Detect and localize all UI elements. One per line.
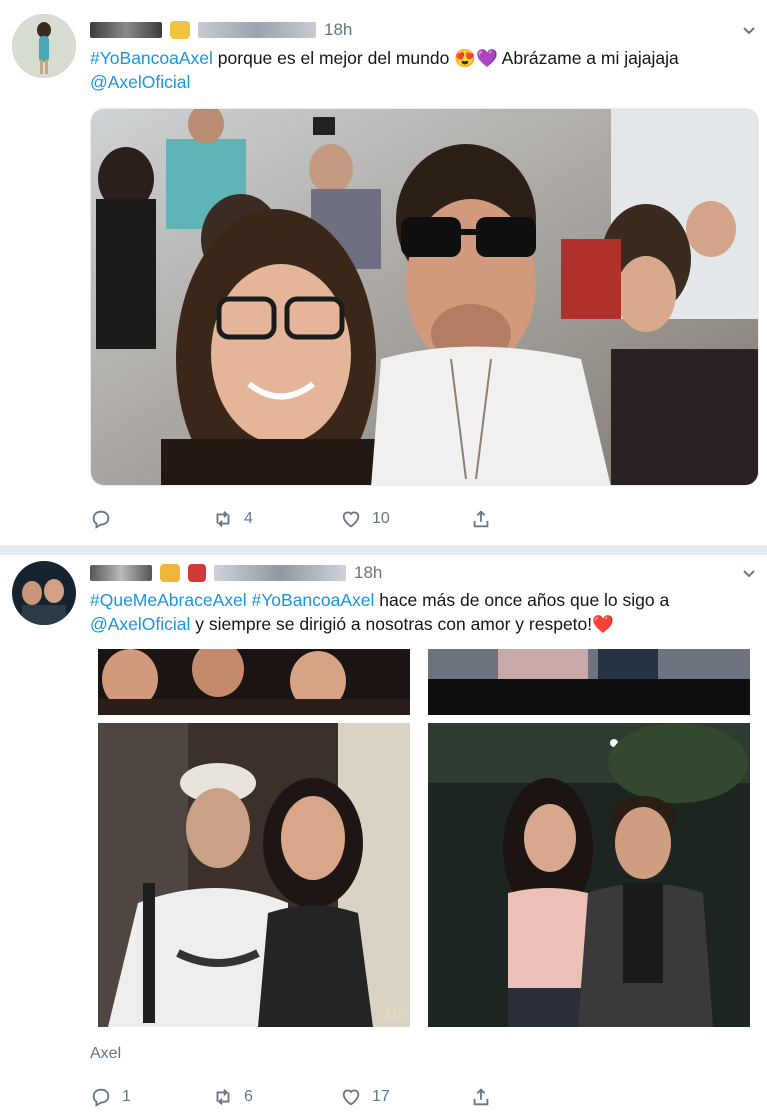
share-button[interactable]: [470, 1086, 492, 1108]
heart-icon: [342, 511, 360, 528]
grid-photo-4[interactable]: [428, 723, 750, 1027]
tweet-actions: 1 6 17: [90, 1084, 492, 1110]
mention-link[interactable]: @AxelOficial: [90, 72, 190, 92]
tweet-photo[interactable]: [90, 108, 759, 486]
hashtag-link[interactable]: #YoBancoaAxel: [252, 590, 375, 610]
tweet-actions: 4 10: [90, 506, 492, 532]
emoji-blurred: [160, 564, 180, 582]
retweet-icon: [216, 1089, 230, 1105]
like-count: 10: [372, 510, 390, 527]
retweet-button[interactable]: 4: [212, 508, 340, 530]
mention-link[interactable]: @AxelOficial: [90, 614, 190, 634]
retweet-button[interactable]: 6: [212, 1086, 340, 1108]
emoji-blurred: [188, 564, 206, 582]
hashtag-link[interactable]: #QueMeAbraceAxel: [90, 590, 247, 610]
reply-button[interactable]: 1: [90, 1086, 212, 1108]
chevron-down-icon[interactable]: [741, 565, 757, 581]
tweet-body: porque es el mejor del mundo 😍💜 Abrázame…: [212, 48, 679, 68]
tweet-body: y siempre se dirigió a nosotras con amor…: [190, 614, 614, 634]
reply-icon: [92, 1088, 110, 1107]
tweet-time[interactable]: 18h: [354, 563, 382, 583]
retweet-count: 6: [244, 1088, 253, 1105]
tweet-photo-grid: 10: [90, 649, 759, 1027]
grid-photo-2[interactable]: [428, 649, 750, 715]
reply-icon: [92, 510, 110, 529]
hashtag-link[interactable]: #YoBancoaAxel: [90, 48, 213, 68]
tweet-divider: [0, 545, 767, 555]
avatar[interactable]: [12, 14, 76, 78]
grid-photo-1[interactable]: [98, 649, 410, 715]
share-button[interactable]: [470, 508, 492, 530]
like-button[interactable]: 10: [340, 508, 470, 530]
share-icon: [473, 510, 489, 528]
display-name-blurred[interactable]: [90, 565, 152, 581]
photo-number-label: 10: [384, 1006, 402, 1023]
share-icon: [473, 1088, 489, 1106]
handle-blurred[interactable]: [214, 565, 346, 581]
tweet-text: #QueMeAbraceAxel #YoBancoaAxel hace más …: [90, 588, 753, 636]
retweet-icon: [216, 511, 230, 527]
tweet-text: #YoBancoaAxel porque es el mejor del mun…: [90, 46, 753, 94]
reply-button[interactable]: [90, 508, 212, 530]
handle-blurred[interactable]: [198, 22, 316, 38]
tweet-header: 18h: [90, 16, 352, 44]
verified-heart-emoji: [170, 21, 190, 39]
heart-icon: [342, 1089, 360, 1106]
tweet-1[interactable]: 18h #YoBancoaAxel porque es el mejor del…: [0, 0, 767, 545]
display-name-blurred[interactable]: [90, 22, 162, 38]
tweet-body: hace más de once años que lo sigo a: [374, 590, 670, 610]
tweet-header: 18h: [90, 559, 382, 587]
grid-photo-3[interactable]: 10: [98, 723, 410, 1027]
like-button[interactable]: 17: [340, 1086, 470, 1108]
retweet-count: 4: [244, 510, 253, 527]
media-caption: Axel: [90, 1045, 122, 1062]
chevron-down-icon[interactable]: [741, 22, 757, 38]
reply-count: 1: [122, 1088, 131, 1105]
tweet-time[interactable]: 18h: [324, 20, 352, 40]
tweet-2[interactable]: 18h #QueMeAbraceAxel #YoBancoaAxel hace …: [0, 555, 767, 1119]
avatar[interactable]: [12, 561, 76, 625]
like-count: 17: [372, 1088, 390, 1105]
